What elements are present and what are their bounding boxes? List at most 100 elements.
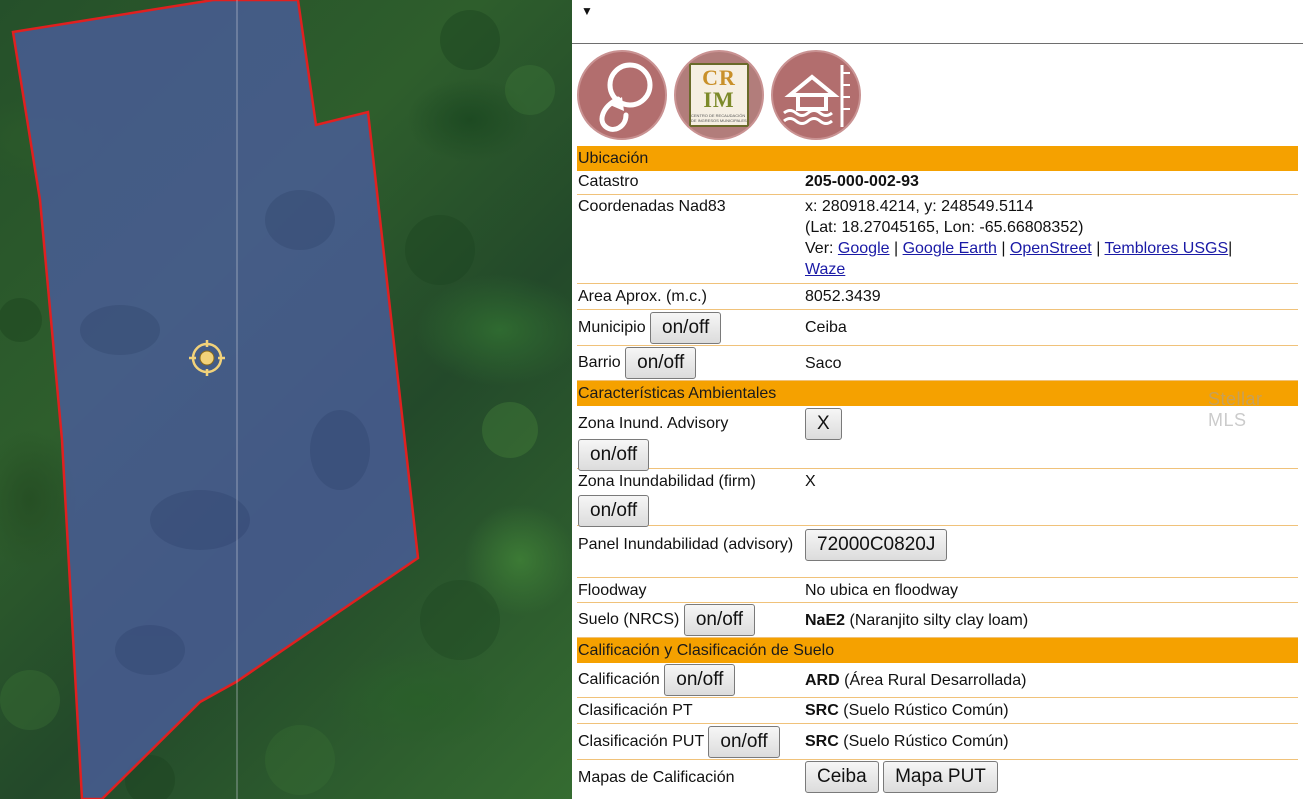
clasificacion-put-code: SRC xyxy=(805,733,839,750)
calificacion-toggle-button[interactable]: on/off xyxy=(664,664,736,696)
crim-logo-box: CR IM CENTRO DE RECAUDACIÓN DE INGRESOS … xyxy=(689,63,749,127)
floodway-value: No ubica en floodway xyxy=(805,582,958,599)
municipio-toggle-button[interactable]: on/off xyxy=(650,311,722,344)
section-header-ubicacion: Ubicación xyxy=(577,146,1298,171)
coordenadas-label: Coordenadas Nad83 xyxy=(578,198,726,215)
row-coordenadas: Coordenadas Nad83 x: 280918.4214, y: 248… xyxy=(577,195,1298,284)
row-mapas-calificacion: Mapas de Calificación Ceiba Mapa PUT xyxy=(577,760,1298,794)
watermark: Stellar MLS xyxy=(1208,389,1263,430)
clasificacion-pt-label: Clasificación PT xyxy=(578,702,693,719)
map-overlay xyxy=(0,0,555,799)
zona-firm-label: Zona Inundabilidad (firm) xyxy=(578,473,756,490)
barrio-label-cell: Barrio on/off xyxy=(577,347,805,379)
barrio-label: Barrio xyxy=(578,354,621,372)
link-waze[interactable]: Waze xyxy=(805,261,845,278)
row-catastro: Catastro 205-000-002-93 xyxy=(577,171,1298,195)
suelo-description: (Naranjito silty clay loam) xyxy=(849,611,1029,629)
flood-house-logo-icon[interactable] xyxy=(771,50,861,140)
clasificacion-put-toggle-button[interactable]: on/off xyxy=(708,725,780,758)
catastro-value: 205-000-002-93 xyxy=(805,173,919,190)
zona-advisory-toggle-button[interactable]: on/off xyxy=(578,439,650,471)
crim-logo-subtext: CENTRO DE RECAUDACIÓN DE INGRESOS MUNICI… xyxy=(691,113,747,123)
link-separator: | xyxy=(1228,240,1233,257)
section-header-ambiental: Características Ambientales xyxy=(577,381,1298,406)
zona-firm-label-cell: Zona Inundabilidad (firm) on/off xyxy=(577,471,805,527)
panel-topbar: ▼ xyxy=(572,0,1303,44)
link-openstreet[interactable]: OpenStreet xyxy=(1010,240,1092,257)
panel-inundabilidad-label: Panel Inundabilidad (advisory) xyxy=(578,536,794,553)
barrio-toggle-button[interactable]: on/off xyxy=(625,347,697,379)
mapas-calificacion-label: Mapas de Calificación xyxy=(578,768,735,786)
link-separator: | xyxy=(1001,240,1006,257)
zona-advisory-label-cell: Zona Inund. Advisory on/off xyxy=(577,408,805,471)
clasificacion-pt-value-cell: SRC (Suelo Rústico Común) xyxy=(805,700,1298,723)
search-refresh-logo-icon[interactable] xyxy=(577,50,667,140)
menu-caret-icon[interactable]: ▼ xyxy=(581,4,593,18)
barrio-value: Saco xyxy=(805,354,842,372)
mapas-calificacion-buttons: Ceiba Mapa PUT xyxy=(805,761,1298,793)
link-google[interactable]: Google xyxy=(838,240,890,257)
zona-advisory-value-button[interactable]: X xyxy=(805,408,842,440)
property-sections: Ubicación Catastro 205-000-002-93 Coorde… xyxy=(577,146,1298,794)
crim-logo-text-top: CR xyxy=(702,65,736,90)
row-calificacion: Calificación on/off ARD (Área Rural Desa… xyxy=(577,663,1298,698)
row-panel-inundabilidad: Panel Inundabilidad (advisory) 72000C082… xyxy=(577,526,1298,578)
clasificacion-pt-code: SRC xyxy=(805,702,839,719)
calificacion-value-cell: ARD (Área Rural Desarrollada) xyxy=(805,670,1298,691)
catastro-label: Catastro xyxy=(578,173,639,190)
row-municipio: Municipio on/off Ceiba xyxy=(577,310,1298,346)
floodway-label: Floodway xyxy=(578,582,647,599)
municipio-label: Municipio xyxy=(578,318,646,336)
link-separator: | xyxy=(1096,240,1101,257)
suelo-label: Suelo (NRCS) xyxy=(578,611,680,629)
zona-firm-toggle-button[interactable]: on/off xyxy=(578,495,650,527)
coordenadas-value-cell: x: 280918.4214, y: 248549.5114 (Lat: 18.… xyxy=(805,196,1298,283)
calificacion-label-cell: Calificación on/off xyxy=(577,664,805,696)
section-header-calificacion: Calificación y Clasificación de Suelo xyxy=(577,638,1298,663)
crim-logo-text-bottom: IM xyxy=(703,87,735,112)
clasificacion-pt-description: (Suelo Rústico Común) xyxy=(843,702,1009,719)
ver-prefix: Ver: xyxy=(805,240,834,257)
suelo-code: NaE2 xyxy=(805,611,846,629)
area-value: 8052.3439 xyxy=(805,288,881,305)
panel-inundabilidad-value-cell: 72000C0820J xyxy=(805,529,1298,577)
row-clasificacion-pt: Clasificación PT SRC (Suelo Rústico Comú… xyxy=(577,698,1298,724)
map-links: Ver: Google | Google Earth | OpenStreet … xyxy=(805,238,1298,259)
row-barrio: Barrio on/off Saco xyxy=(577,346,1298,381)
mapa-ceiba-button[interactable]: Ceiba xyxy=(805,761,879,793)
link-separator: | xyxy=(893,240,899,257)
row-area: Area Aprox. (m.c.) 8052.3439 xyxy=(577,284,1298,310)
suelo-label-cell: Suelo (NRCS) on/off xyxy=(577,604,805,636)
mapa-put-button[interactable]: Mapa PUT xyxy=(883,761,998,793)
area-label: Area Aprox. (m.c.) xyxy=(578,288,707,305)
link-google-earth[interactable]: Google Earth xyxy=(903,240,997,257)
row-zona-firm: Zona Inundabilidad (firm) on/off X xyxy=(577,469,1298,527)
clasificacion-put-label-cell: Clasificación PUT on/off xyxy=(577,725,805,758)
row-clasificacion-put: Clasificación PUT on/off SRC (Suelo Rúst… xyxy=(577,724,1298,760)
catastro-value-cell: 205-000-002-93 xyxy=(805,171,1298,194)
clasificacion-put-description: (Suelo Rústico Común) xyxy=(843,733,1009,750)
municipio-value: Ceiba xyxy=(805,319,847,336)
clasificacion-put-label: Clasificación PUT xyxy=(578,732,704,750)
row-floodway: Floodway No ubica en floodway xyxy=(577,578,1298,603)
panel-inundabilidad-button[interactable]: 72000C0820J xyxy=(805,529,948,561)
logo-bar: CR IM CENTRO DE RECAUDACIÓN DE INGRESOS … xyxy=(577,50,861,140)
parcel-polygon[interactable] xyxy=(11,0,420,799)
row-suelo: Suelo (NRCS) on/off NaE2 (Naranjito silt… xyxy=(577,603,1298,638)
municipio-label-cell: Municipio on/off xyxy=(577,311,805,344)
coords-xy: x: 280918.4214, y: 248549.5114 xyxy=(805,198,1034,215)
zona-advisory-label: Zona Inund. Advisory xyxy=(578,415,729,432)
calificacion-code: ARD xyxy=(805,671,840,689)
crim-logo[interactable]: CR IM CENTRO DE RECAUDACIÓN DE INGRESOS … xyxy=(674,50,764,140)
row-zona-advisory: Zona Inund. Advisory on/off X xyxy=(577,406,1298,471)
calificacion-description: (Área Rural Desarrollada) xyxy=(844,671,1027,689)
link-temblores-usgs[interactable]: Temblores USGS xyxy=(1105,240,1229,257)
info-panel: ▼ CR IM CENTRO DE RECAUDACIÓN DE INGRESO… xyxy=(572,0,1303,799)
suelo-value-cell: NaE2 (Naranjito silty clay loam) xyxy=(805,610,1298,631)
satellite-map[interactable] xyxy=(0,0,572,799)
coords-latlon: (Lat: 18.27045165, Lon: -65.66808352) xyxy=(805,219,1084,236)
clasificacion-put-value-cell: SRC (Suelo Rústico Común) xyxy=(805,731,1298,752)
zona-firm-value: X xyxy=(805,473,816,490)
calificacion-label: Calificación xyxy=(578,671,660,689)
suelo-toggle-button[interactable]: on/off xyxy=(683,604,756,636)
